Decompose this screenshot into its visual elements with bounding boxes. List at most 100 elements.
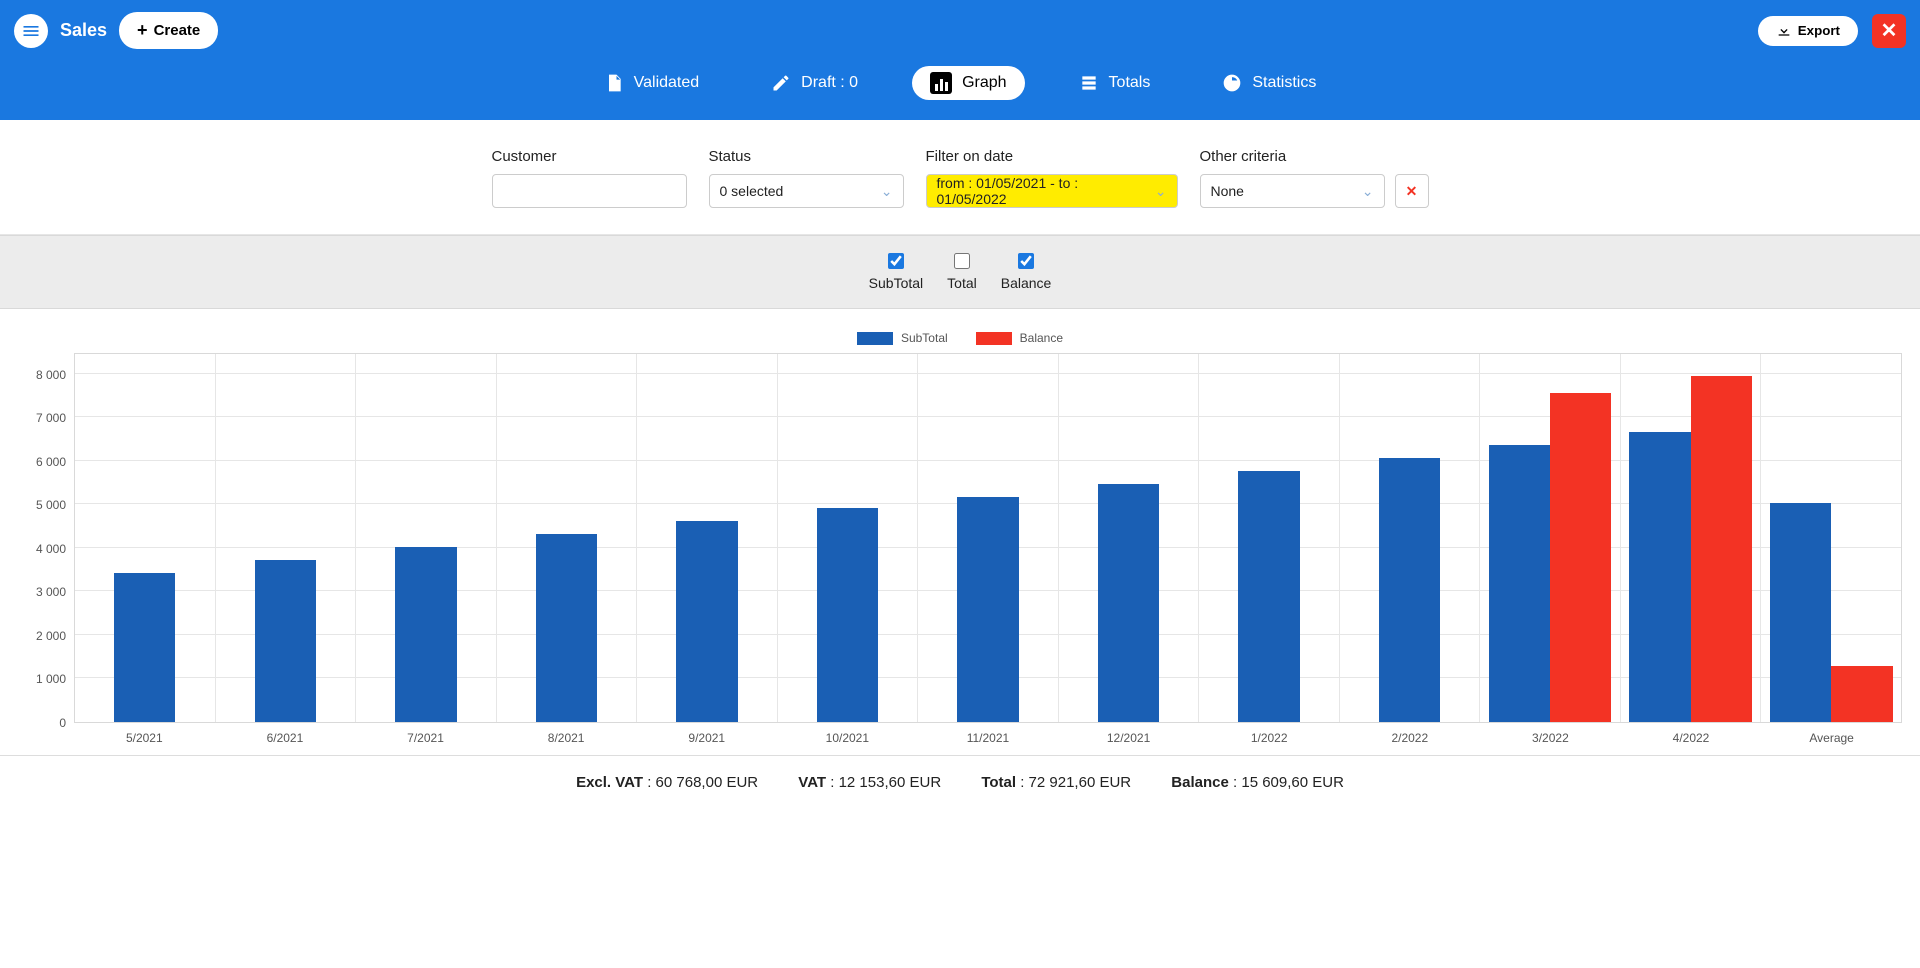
tab-validated-label: Validated xyxy=(634,74,700,92)
bar-subtotal xyxy=(1629,432,1690,722)
chart-slot xyxy=(216,354,357,722)
totals-icon xyxy=(1079,73,1099,93)
summary-total-label: Total xyxy=(981,774,1016,791)
page-title: Sales xyxy=(60,20,107,41)
x-label: Average xyxy=(1761,731,1902,745)
x-label: 2/2022 xyxy=(1339,731,1480,745)
x-label: 7/2021 xyxy=(355,731,496,745)
close-button[interactable]: ✕ xyxy=(1872,14,1906,48)
tab-draft-label: Draft : 0 xyxy=(801,74,858,92)
plus-icon: + xyxy=(137,20,148,41)
checkbox-total-input[interactable] xyxy=(954,253,970,269)
status-select-value: 0 selected xyxy=(720,183,784,199)
header-left: Sales + Create xyxy=(14,12,218,49)
export-button[interactable]: Export xyxy=(1758,16,1858,46)
bar-subtotal xyxy=(1379,458,1440,722)
close-icon: ✕ xyxy=(1406,183,1418,200)
chart-slot xyxy=(75,354,216,722)
tab-graph-label: Graph xyxy=(962,74,1006,92)
download-icon xyxy=(1776,23,1792,39)
bar-subtotal xyxy=(395,547,456,722)
y-tick: 1 000 xyxy=(36,672,66,686)
y-tick: 7 000 xyxy=(36,411,66,425)
checkbox-subtotal-input[interactable] xyxy=(888,253,904,269)
y-tick: 2 000 xyxy=(36,629,66,643)
summary-vat-value: : 12 153,60 EUR xyxy=(826,774,941,791)
header-right: Export ✕ xyxy=(1758,14,1906,48)
tab-totals[interactable]: Totals xyxy=(1061,66,1169,100)
x-label: 5/2021 xyxy=(74,731,215,745)
tab-graph[interactable]: Graph xyxy=(912,66,1024,100)
export-button-label: Export xyxy=(1798,23,1840,38)
filter-status-label: Status xyxy=(709,148,904,165)
bar-subtotal xyxy=(957,497,1018,722)
create-button[interactable]: + Create xyxy=(119,12,218,49)
chart-slot xyxy=(1761,354,1901,722)
x-label: 3/2022 xyxy=(1480,731,1621,745)
summary-exclvat-label: Excl. VAT xyxy=(576,774,643,791)
checkbox-total[interactable]: Total xyxy=(947,253,977,291)
bar-chart-icon xyxy=(930,72,952,94)
chart-plot xyxy=(74,353,1902,723)
x-label: 6/2021 xyxy=(215,731,356,745)
bar-subtotal xyxy=(1098,484,1159,722)
chart-x-axis: 5/20216/20217/20218/20219/202110/202111/… xyxy=(74,731,1902,745)
bar-balance xyxy=(1550,393,1611,722)
x-label: 8/2021 xyxy=(496,731,637,745)
chart-slot xyxy=(1480,354,1621,722)
status-select[interactable]: 0 selected ⌄ xyxy=(709,174,904,208)
checkbox-balance-input[interactable] xyxy=(1018,253,1034,269)
checkbox-subtotal[interactable]: SubTotal xyxy=(869,253,923,291)
bar-subtotal xyxy=(1238,471,1299,722)
header-top-row: Sales + Create Export ✕ xyxy=(14,12,1906,49)
chevron-down-icon: ⌄ xyxy=(881,183,893,200)
chart-slot xyxy=(1340,354,1481,722)
summary-balance-label: Balance xyxy=(1171,774,1229,791)
checkbox-subtotal-label: SubTotal xyxy=(869,275,923,291)
x-label: 12/2021 xyxy=(1058,731,1199,745)
chart-area: SubTotal Balance 01 0002 0003 0004 0005 … xyxy=(0,309,1920,755)
legend-swatch-balance xyxy=(976,332,1012,345)
x-label: 9/2021 xyxy=(636,731,777,745)
x-label: 11/2021 xyxy=(918,731,1059,745)
y-tick: 5 000 xyxy=(36,498,66,512)
y-tick: 3 000 xyxy=(36,585,66,599)
y-tick: 8 000 xyxy=(36,368,66,382)
bar-subtotal xyxy=(114,573,175,722)
bar-subtotal xyxy=(1489,445,1550,722)
chevron-down-icon: ⌄ xyxy=(1155,183,1167,200)
summary-vat-label: VAT xyxy=(798,774,826,791)
pencil-icon xyxy=(771,73,791,93)
bar-subtotal xyxy=(676,521,737,722)
chevron-down-icon: ⌄ xyxy=(1362,183,1374,200)
legend-subtotal: SubTotal xyxy=(857,331,948,345)
tab-totals-label: Totals xyxy=(1109,74,1151,92)
bar-balance xyxy=(1691,376,1752,722)
filter-customer: Customer xyxy=(492,148,687,208)
chart-slot xyxy=(1621,354,1762,722)
bar-subtotal xyxy=(817,508,878,722)
tab-bar: Validated Draft : 0 Graph Totals Statist… xyxy=(14,49,1906,120)
date-range-select[interactable]: from : 01/05/2021 - to : 01/05/2022 ⌄ xyxy=(926,174,1178,208)
app-header: Sales + Create Export ✕ Validated Draft … xyxy=(0,0,1920,120)
checkbox-total-label: Total xyxy=(947,275,977,291)
chart-slot xyxy=(497,354,638,722)
tab-statistics[interactable]: Statistics xyxy=(1204,66,1334,100)
checkbox-balance-label: Balance xyxy=(1001,275,1052,291)
chart-slot xyxy=(778,354,919,722)
clear-filters-button[interactable]: ✕ xyxy=(1395,174,1429,208)
chart-slot xyxy=(1199,354,1340,722)
other-criteria-value: None xyxy=(1211,183,1244,199)
customer-input[interactable] xyxy=(492,174,687,208)
tab-draft[interactable]: Draft : 0 xyxy=(753,66,876,100)
filter-date-label: Filter on date xyxy=(926,148,1178,165)
hamburger-menu-button[interactable] xyxy=(14,14,48,48)
chart-wrap: 01 0002 0003 0004 0005 0006 0007 0008 00… xyxy=(18,353,1902,745)
summary-bar: Excl. VAT : 60 768,00 EUR VAT : 12 153,6… xyxy=(0,755,1920,809)
tab-validated[interactable]: Validated xyxy=(586,66,718,100)
filter-other-label: Other criteria xyxy=(1200,148,1429,165)
summary-balance-value: : 15 609,60 EUR xyxy=(1229,774,1344,791)
checkbox-balance[interactable]: Balance xyxy=(1001,253,1052,291)
x-label: 4/2022 xyxy=(1621,731,1762,745)
other-criteria-select[interactable]: None ⌄ xyxy=(1200,174,1385,208)
